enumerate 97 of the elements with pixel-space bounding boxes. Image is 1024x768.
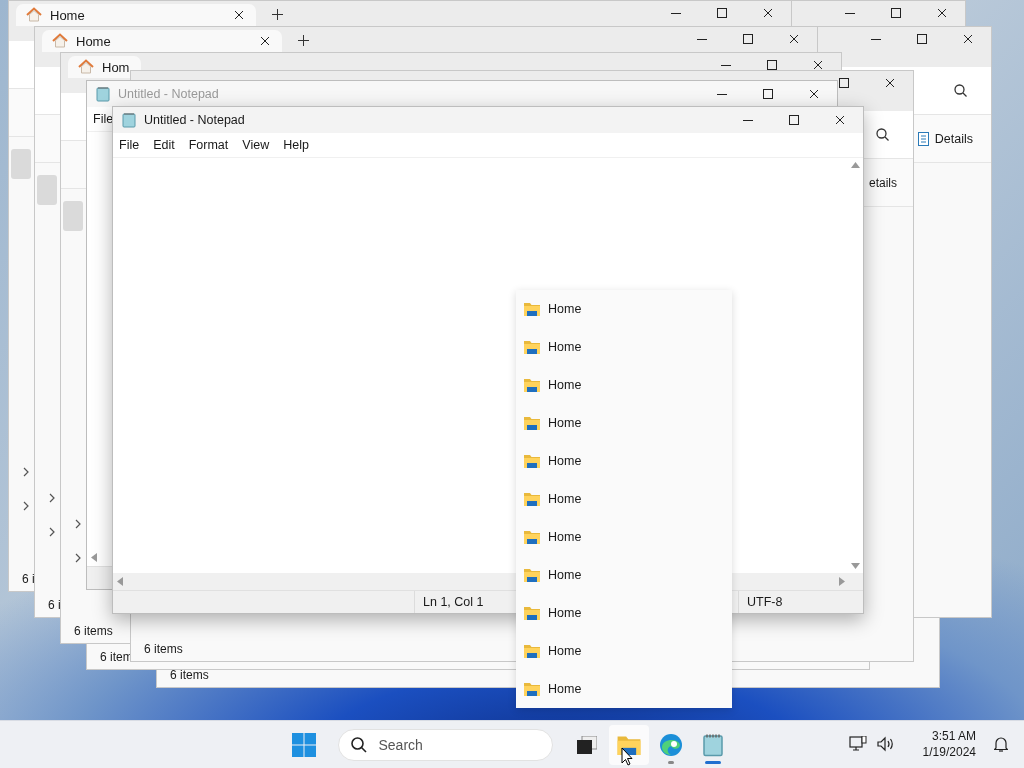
search-box[interactable]: Search [337,728,553,761]
details-button[interactable]: Details [917,131,973,146]
jump-list-item[interactable]: Home [516,404,732,442]
maximize-icon[interactable] [743,34,753,44]
search-field[interactable]: Search [376,735,531,754]
scroll-left-icon[interactable] [91,553,97,562]
volume-icon[interactable] [876,736,895,752]
folder-icon [524,340,540,354]
menu-item[interactable]: Help [283,136,309,154]
folder-icon [524,606,540,620]
tab[interactable]: Home [42,30,282,52]
folder-icon [524,416,540,430]
jump-list-item[interactable]: Home [516,518,732,556]
chevron-icon[interactable] [75,553,81,563]
close-icon[interactable] [885,78,895,88]
folder-icon [524,492,540,506]
close-icon[interactable] [835,115,845,125]
plus-icon[interactable] [272,9,283,20]
menu-item[interactable]: Format [188,136,229,154]
status-text: 6 items [144,642,183,656]
close-icon[interactable] [260,36,270,46]
chevron-icon[interactable] [75,519,81,529]
details-button[interactable]: etails [869,175,897,190]
folder-icon [524,644,540,658]
jump-list-item[interactable]: Home [516,290,732,328]
search-icon[interactable] [954,84,967,97]
jump-list-item[interactable]: Home [516,594,732,632]
minimize-icon[interactable] [697,38,707,40]
status-text: 6 items [74,624,113,638]
close-icon[interactable] [234,10,244,20]
chevron-icon[interactable] [23,501,29,511]
folder-icon [524,530,540,544]
maximize-icon[interactable] [839,78,849,88]
network-icon[interactable] [848,736,867,752]
menu-item[interactable]: File [119,136,140,154]
notepad-icon [121,112,137,128]
maximize-icon[interactable] [717,8,727,18]
maximize-icon[interactable] [767,60,777,70]
folder-icon [524,682,540,696]
window-title: Untitled - Notepad [144,113,245,127]
minimize-icon[interactable] [871,38,881,40]
status-text: 6 i [48,598,61,612]
minimize-icon[interactable] [743,119,753,121]
maximize-icon[interactable] [891,8,901,18]
close-icon[interactable] [963,34,973,44]
plus-icon[interactable] [298,35,309,46]
bell-icon[interactable] [994,736,1008,752]
notepad-icon [700,732,725,757]
jump-list-item[interactable]: Home [516,556,732,594]
close-icon[interactable] [937,8,947,18]
close-icon[interactable] [789,34,799,44]
swirl-globe-icon [658,732,683,757]
window-title: Untitled - Notepad [118,87,219,101]
folder-icon [524,378,540,392]
jump-list-item[interactable]: Home [516,366,732,404]
close-icon[interactable] [763,8,773,18]
menu-item[interactable]: Edit [153,136,175,154]
tab[interactable]: Hom [68,56,142,78]
cursor-position: Ln 1, Col 1 [423,595,484,609]
house-icon [78,59,94,75]
status-text: 6 i [22,572,35,586]
jump-list-item[interactable]: Home [516,480,732,518]
jump-list-item[interactable]: Home [516,442,732,480]
search-icon[interactable] [876,128,889,141]
minimize-icon[interactable] [721,64,731,66]
scroll-down-icon[interactable] [850,563,860,569]
maximize-icon[interactable] [763,89,773,99]
folder-icon [524,454,540,468]
menu-item[interactable]: File [93,110,114,128]
maximize-icon[interactable] [789,115,799,125]
mouse-pointer-icon [621,747,633,766]
house-icon [52,33,68,49]
jump-list-item[interactable]: Home [516,328,732,366]
maximize-icon[interactable] [917,34,927,44]
menu-item[interactable]: View [242,136,270,154]
encoding-label: UTF-8 [747,595,783,609]
folder-icon [524,302,540,316]
task-view-icon [576,735,597,754]
chevron-icon[interactable] [49,527,55,537]
chevron-icon[interactable] [49,493,55,503]
house-icon [26,7,42,23]
minimize-icon[interactable] [717,93,727,95]
minimize-icon[interactable] [671,12,681,14]
search-icon [350,736,367,753]
tab[interactable]: Home [16,4,256,26]
chevron-icon[interactable] [23,467,29,477]
status-text: 6 items [170,668,209,682]
close-icon[interactable] [809,89,819,99]
folder-icon [616,734,641,755]
jump-list-item[interactable]: Home [516,632,732,670]
start-icon[interactable] [291,732,316,757]
folder-icon [524,568,540,582]
clock[interactable]: 3:51 AM 1/19/2024 [922,729,976,759]
close-icon[interactable] [813,60,823,70]
notepad-icon [95,86,111,102]
jump-list-item[interactable]: Home [516,670,732,708]
minimize-icon[interactable] [845,12,855,14]
